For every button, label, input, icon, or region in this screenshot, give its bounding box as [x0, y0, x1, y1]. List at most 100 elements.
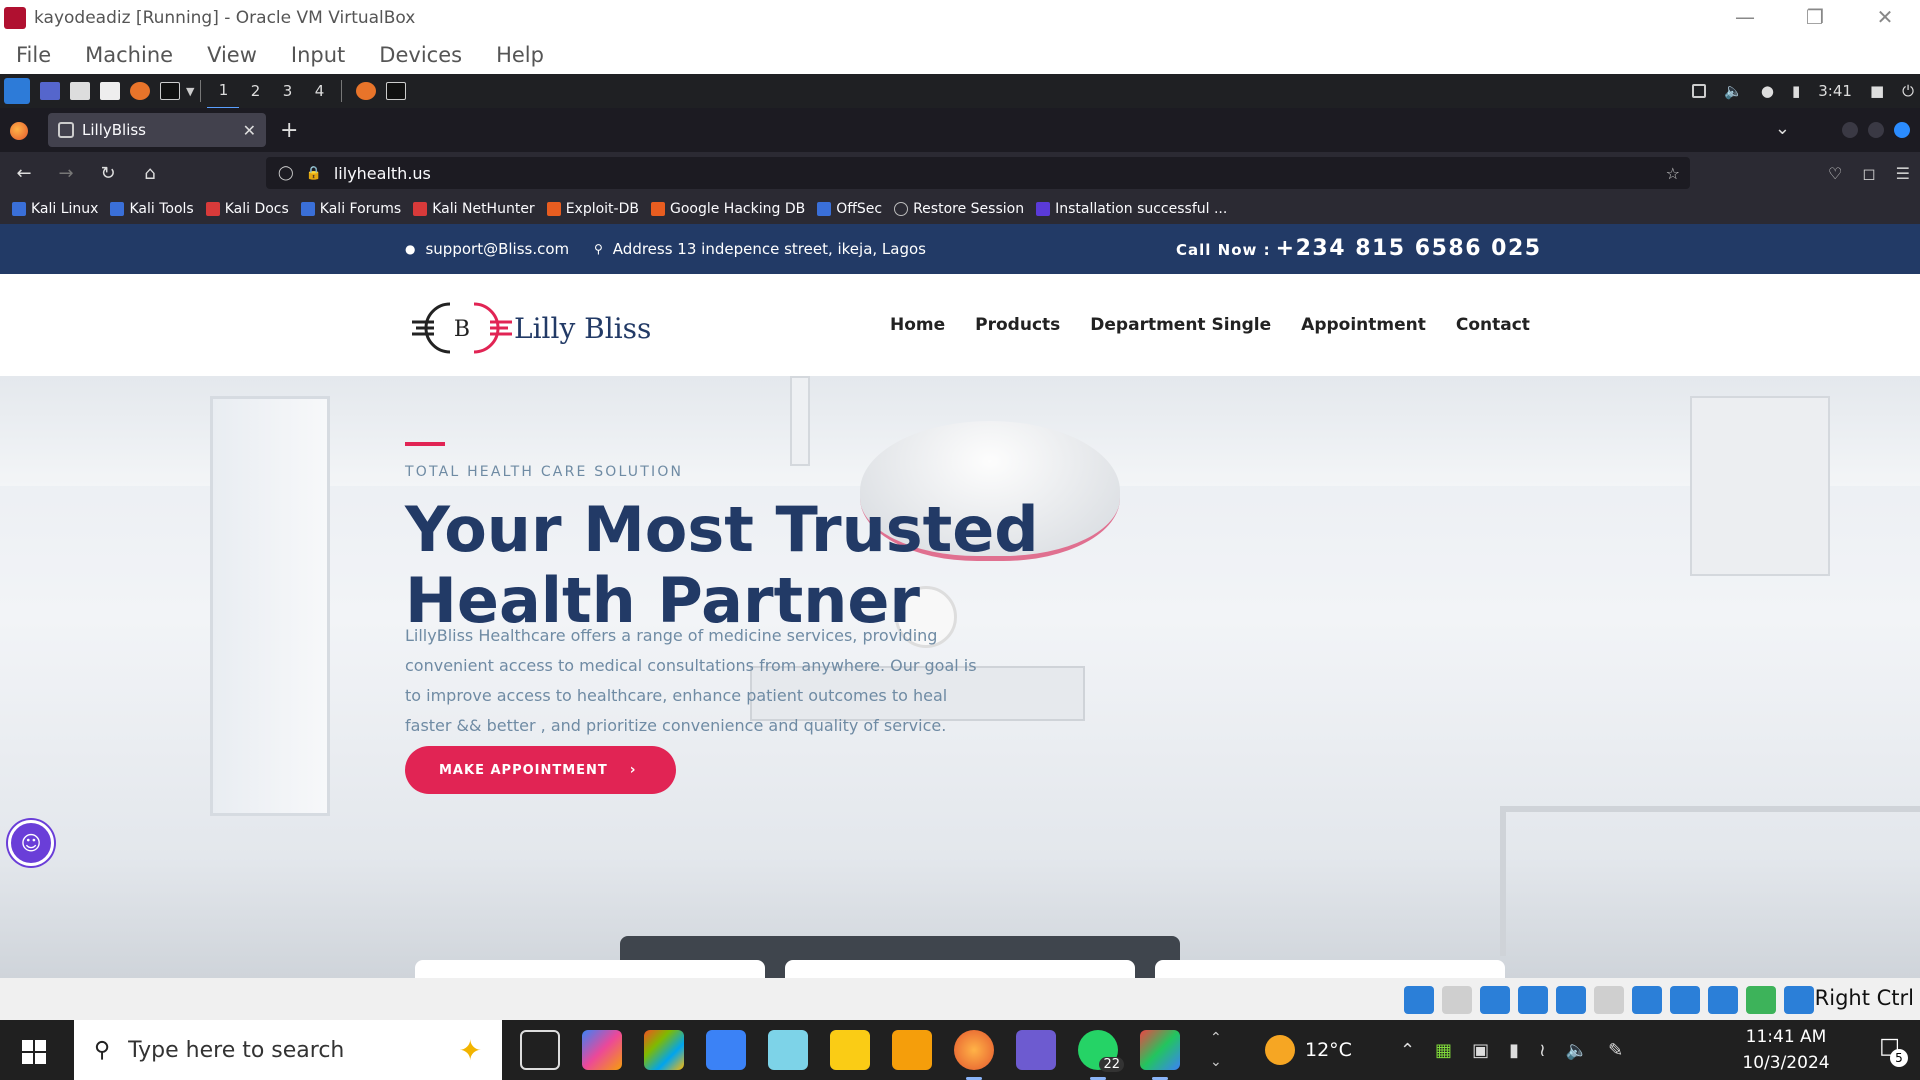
- taskbar-scroll-arrows[interactable]: ⌃ ⌄: [1210, 1026, 1222, 1074]
- forward-arrow-icon[interactable]: →: [48, 163, 84, 184]
- shared-folders-icon[interactable]: [1594, 986, 1624, 1014]
- notification-center-icon[interactable]: □ 5: [1879, 1034, 1908, 1067]
- microsoft-store-icon[interactable]: [644, 1030, 684, 1070]
- bookmark-kali-docs[interactable]: Kali Docs: [205, 201, 289, 217]
- site-logo[interactable]: B Lilly Bliss: [412, 300, 651, 356]
- bookmark-kali-tools[interactable]: Kali Tools: [110, 201, 194, 217]
- bell-icon[interactable]: ●: [1761, 82, 1774, 100]
- firefox-close-icon[interactable]: [1894, 122, 1910, 138]
- bookmark-star-icon[interactable]: ☆: [1666, 164, 1680, 183]
- workspace-2[interactable]: 2: [239, 74, 271, 108]
- reload-icon[interactable]: ↻: [90, 163, 126, 184]
- extensions-icon[interactable]: ◻: [1862, 164, 1875, 183]
- firefox-task-icon[interactable]: [356, 82, 377, 100]
- wifi-icon[interactable]: ≀: [1539, 1040, 1546, 1061]
- power-icon[interactable]: ⏻: [1902, 82, 1914, 100]
- firefox-minimize-icon[interactable]: [1842, 122, 1858, 138]
- pocket-icon[interactable]: ♡: [1828, 164, 1842, 183]
- terminal-task-icon[interactable]: [386, 82, 407, 100]
- bookmark-kali-linux[interactable]: Kali Linux: [12, 201, 98, 217]
- url-text[interactable]: lilyhealth.us: [334, 164, 431, 183]
- vpn-icon[interactable]: [1016, 1030, 1056, 1070]
- panel-clock[interactable]: 3:41: [1818, 82, 1852, 100]
- bookmark-installation-successful[interactable]: Installation successful ...: [1036, 201, 1227, 217]
- file-manager-icon[interactable]: [70, 82, 90, 100]
- sticky-notes-icon[interactable]: [830, 1030, 870, 1070]
- hard-disk-icon[interactable]: [1404, 986, 1434, 1014]
- email-text[interactable]: support@Bliss.com: [425, 224, 569, 274]
- taskbar-clock[interactable]: 11:41 AM 10/3/2024: [1726, 1024, 1846, 1076]
- browser-tab[interactable]: LillyBliss ✕: [48, 113, 266, 147]
- padlock-icon[interactable]: 🔒: [306, 166, 322, 181]
- lock-icon[interactable]: ■: [1870, 82, 1884, 100]
- battery-icon[interactable]: ▮: [1509, 1040, 1519, 1061]
- vt-x-icon[interactable]: [1708, 986, 1738, 1014]
- menu-help[interactable]: Help: [496, 43, 544, 67]
- menu-view[interactable]: View: [207, 43, 257, 67]
- firefox-launcher-icon[interactable]: [130, 82, 150, 100]
- desktop-icon[interactable]: [40, 82, 60, 100]
- battery-icon[interactable]: ▮: [1792, 82, 1800, 100]
- whatsapp-icon[interactable]: 22: [1078, 1030, 1124, 1080]
- usb-icon[interactable]: [1556, 986, 1586, 1014]
- tab-close-icon[interactable]: ✕: [243, 121, 256, 140]
- copilot-icon[interactable]: [582, 1030, 622, 1070]
- home-icon[interactable]: ⌂: [132, 163, 168, 184]
- speaker-icon[interactable]: 🔈: [1566, 1040, 1588, 1061]
- menu-input[interactable]: Input: [291, 43, 345, 67]
- bookmark-kali-forums[interactable]: Kali Forums: [300, 201, 401, 217]
- chat-widget-icon[interactable]: ☺: [8, 820, 54, 866]
- audio-icon[interactable]: [1480, 986, 1510, 1014]
- back-arrow-icon[interactable]: ←: [6, 163, 42, 184]
- tray-app-icon[interactable]: ▦: [1435, 1040, 1452, 1061]
- nav-appointment[interactable]: Appointment: [1301, 315, 1426, 335]
- virtualbox-taskbar-icon[interactable]: [768, 1030, 808, 1070]
- workspace-1[interactable]: 1: [207, 73, 240, 109]
- network-icon[interactable]: [1518, 986, 1548, 1014]
- firefox-maximize-icon[interactable]: [1868, 122, 1884, 138]
- make-appointment-button[interactable]: MAKE APPOINTMENT ›: [405, 746, 676, 794]
- menu-devices[interactable]: Devices: [379, 43, 462, 67]
- firefox-view-icon[interactable]: [10, 122, 28, 140]
- call-number[interactable]: +234 815 6586 025: [1276, 236, 1542, 261]
- tab-list-chevron-icon[interactable]: ⌄: [1775, 118, 1790, 139]
- pen-icon[interactable]: ✎: [1608, 1040, 1623, 1061]
- menu-machine[interactable]: Machine: [85, 43, 173, 67]
- weather-widget[interactable]: 12°C: [1265, 1035, 1352, 1065]
- firefox-taskbar-icon[interactable]: [954, 1030, 994, 1080]
- nav-products[interactable]: Products: [975, 315, 1060, 335]
- snipping-tool-icon[interactable]: [1140, 1030, 1180, 1080]
- mouse-integration-icon[interactable]: [1784, 986, 1814, 1014]
- bookmark-exploit-db[interactable]: Exploit-DB: [546, 201, 639, 217]
- hamburger-menu-icon[interactable]: ☰: [1896, 164, 1910, 183]
- task-view-icon[interactable]: [520, 1030, 560, 1070]
- restore-icon[interactable]: ❐: [1780, 0, 1850, 36]
- file-explorer-icon[interactable]: [892, 1030, 932, 1070]
- workspace-3[interactable]: 3: [271, 74, 303, 108]
- windows-start-icon[interactable]: [22, 1040, 46, 1064]
- mail-icon[interactable]: [706, 1030, 746, 1070]
- display-icon[interactable]: [1692, 84, 1707, 98]
- guest-additions-icon[interactable]: [1746, 986, 1776, 1014]
- close-icon[interactable]: ✕: [1850, 0, 1920, 36]
- text-editor-icon[interactable]: [100, 82, 120, 100]
- meet-now-icon[interactable]: ▣: [1472, 1040, 1489, 1061]
- workspace-4[interactable]: 4: [303, 74, 335, 108]
- bookmark-kali-nethunter[interactable]: Kali NetHunter: [413, 201, 535, 217]
- terminal-icon[interactable]: [160, 82, 180, 100]
- taskbar-search[interactable]: ⚲ Type here to search ✦: [74, 1020, 502, 1080]
- bookmark-google-hacking-db[interactable]: Google Hacking DB: [650, 201, 805, 217]
- chevron-down-icon[interactable]: ▼: [186, 85, 194, 98]
- nav-department-single[interactable]: Department Single: [1090, 315, 1271, 335]
- kali-menu-icon[interactable]: [4, 78, 30, 104]
- menu-file[interactable]: File: [16, 43, 51, 67]
- nav-home[interactable]: Home: [890, 315, 945, 335]
- volume-icon[interactable]: 🔈: [1724, 82, 1743, 100]
- tracking-shield-icon[interactable]: ◯: [278, 165, 294, 181]
- optical-drive-icon[interactable]: [1442, 986, 1472, 1014]
- bookmark-offsec[interactable]: OffSec: [817, 201, 882, 217]
- address-bar[interactable]: ◯ 🔒 lilyhealth.us ☆: [266, 157, 1690, 189]
- show-hidden-icons-icon[interactable]: ⌃: [1400, 1040, 1415, 1061]
- recording-icon[interactable]: [1670, 986, 1700, 1014]
- nav-contact[interactable]: Contact: [1456, 315, 1530, 335]
